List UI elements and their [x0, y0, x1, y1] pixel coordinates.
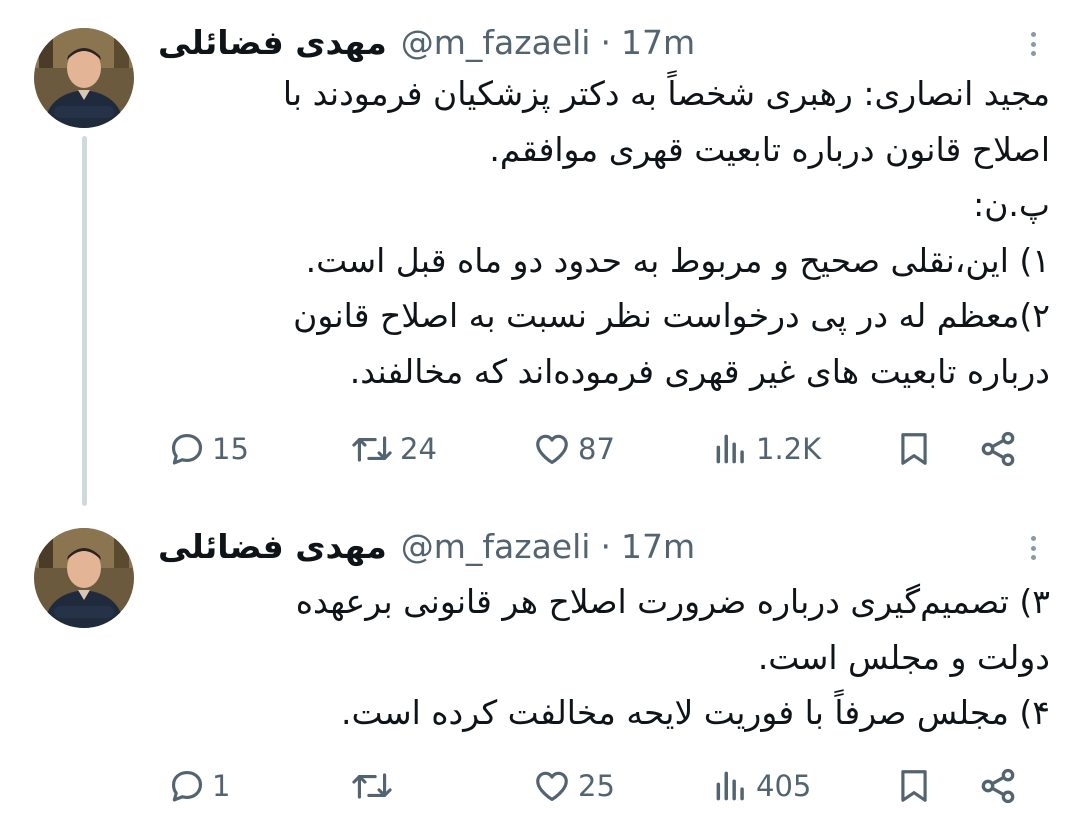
tweet-header: مهدی فضائلی @m_fazaeli · 17m — [158, 22, 1019, 62]
bookmark-button[interactable] — [895, 429, 933, 469]
reply-count: 1 — [212, 769, 231, 803]
tweet-header: مهدی فضائلی @m_fazaeli · 17m — [158, 526, 1019, 566]
user-handle[interactable]: @m_fazaeli — [401, 527, 591, 566]
action-bar: 1 25 405 — [160, 762, 1029, 810]
separator-dot: · — [600, 22, 611, 62]
views-count: 405 — [756, 769, 812, 803]
share-button[interactable] — [978, 429, 1018, 469]
bookmark-icon — [901, 433, 927, 465]
tweet-text-line: ۱) این،نقلی صحیح و مربوط به حدود دو ماه … — [305, 240, 1050, 280]
views-icon — [716, 434, 744, 464]
share-icon — [981, 431, 1015, 467]
bookmark-button[interactable] — [895, 766, 933, 806]
retweet-count: 24 — [400, 432, 437, 466]
share-icon — [981, 768, 1015, 804]
avatar[interactable] — [34, 528, 134, 628]
reply-button[interactable]: 1 — [168, 767, 230, 805]
tweet[interactable]: مهدی فضائلی @m_fazaeli · 17m مجید انصاری… — [0, 0, 1079, 510]
tweet-text-line: ۴) مجلس صرفاً با فوریت لایحه مخالفت کرده… — [341, 693, 1050, 732]
like-count: 25 — [578, 769, 615, 803]
avatar[interactable] — [34, 28, 134, 128]
reply-icon — [171, 433, 203, 465]
more-icon[interactable] — [1023, 26, 1043, 62]
tweet-text-line: مجید انصاری: رهبری شخصاً به دکتر پزشکیان… — [282, 74, 1050, 113]
views-button[interactable]: 1.2K — [712, 430, 821, 468]
action-bar: 15 24 87 1.2K — [160, 425, 1029, 473]
tweet-text: مجید انصاری: رهبری شخصاً به دکتر پزشکیان… — [160, 66, 1050, 399]
views-count: 1.2K — [756, 432, 822, 466]
retweet-icon — [352, 773, 392, 799]
tweet-text-line: پ.ن: — [973, 185, 1050, 224]
retweet-icon — [352, 436, 392, 462]
like-count: 87 — [578, 432, 615, 466]
retweet-button[interactable]: 24 — [350, 430, 437, 468]
more-icon[interactable] — [1023, 530, 1043, 566]
timestamp[interactable]: 17m — [621, 23, 695, 62]
tweet-text-line: درباره تابعیت های غیر قهری فرموده‌اند که… — [349, 351, 1050, 391]
reply-icon — [171, 770, 203, 802]
like-icon — [536, 771, 568, 802]
views-button[interactable]: 405 — [712, 767, 811, 805]
reply-count: 15 — [212, 432, 249, 466]
tweet-text-line: دولت و مجلس است. — [757, 637, 1050, 677]
share-button[interactable] — [978, 766, 1018, 806]
bookmark-icon — [901, 770, 927, 802]
tweet[interactable]: مهدی فضائلی @m_fazaeli · 17m ۳) تصمیم‌گی… — [0, 510, 1079, 830]
tweet-text-line: ۲)معظم له در پی درخواست نظر نسبت به اصلا… — [293, 296, 1050, 335]
tweet-text-line: اصلاح قانون درباره تابعیت قهری موافقم. — [489, 129, 1050, 169]
tweet-text-line: ۳) تصمیم‌گیری درباره ضرورت اصلاح هر قانو… — [295, 582, 1050, 621]
user-handle[interactable]: @m_fazaeli — [401, 23, 591, 62]
views-icon — [716, 771, 744, 801]
display-name[interactable]: مهدی فضائلی — [158, 527, 387, 566]
separator-dot: · — [600, 526, 611, 566]
display-name[interactable]: مهدی فضائلی — [158, 23, 387, 62]
like-icon — [536, 434, 568, 465]
tweet-text: ۳) تصمیم‌گیری درباره ضرورت اصلاح هر قانو… — [160, 574, 1050, 741]
like-button[interactable]: 25 — [532, 767, 615, 805]
timestamp[interactable]: 17m — [621, 527, 695, 566]
like-button[interactable]: 87 — [532, 430, 615, 468]
retweet-button[interactable] — [350, 767, 400, 805]
reply-button[interactable]: 15 — [168, 430, 249, 468]
